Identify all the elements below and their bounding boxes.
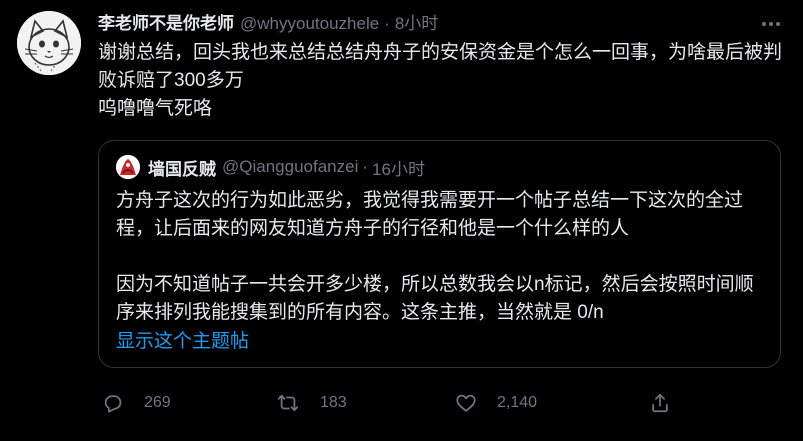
reply-button[interactable]: 269 [102,389,171,417]
quoted-author-avatar [116,155,140,179]
heart-icon [455,392,477,414]
quoted-tweet-timestamp: 16小时 [372,159,425,179]
quoted-paragraph: 因为不知道帖子一共会开多少楼，所以总数我会以n标记，然后会按照时间顺序来排列我能… [116,274,754,323]
more-horizontal-icon [762,22,766,26]
tweet-actions: 269 183 2,140 [98,389,678,417]
tweet-text: 谢谢总结，回头我也来总结总结舟舟子的安保资金是个怎么一回事，为啥最后被判败诉赔了… [98,39,788,123]
separator-dot: · [384,14,390,33]
share-icon [649,392,671,414]
author-handle[interactable]: @whyyoutouzhele [240,12,379,36]
retweet-count: 183 [320,394,347,411]
separator-dot: · [362,157,369,176]
tweet-text-line: 谢谢总结，回头我也来总结总结舟舟子的安保资金是个怎么一回事，为啥最后被判败诉赔了… [98,42,783,91]
retweet-button[interactable]: 183 [276,389,347,417]
reply-icon [102,392,124,414]
tweet-header: 李老师不是你老师 @whyyoutouzhele · 8小时 [98,12,438,36]
like-button[interactable]: 2,140 [455,389,537,417]
retweet-icon [276,392,300,414]
reply-count: 269 [144,394,171,411]
show-thread-link[interactable]: 显示这个主题帖 [116,330,249,354]
quoted-author-handle: @Qiangguofanzei [222,157,359,176]
like-count: 2,140 [497,394,538,411]
tweet-text-line: 呜噜噜气死咯 [98,98,213,119]
quoted-author-display-name: 墙国反贼 [148,159,216,179]
tweet[interactable]: 李老师不是你老师 @whyyoutouzhele · 8小时 谢谢总结，回头我也… [0,0,803,441]
tweet-timestamp[interactable]: 8小时 [395,12,438,36]
share-button[interactable] [649,389,671,417]
author-avatar[interactable] [17,11,81,75]
quoted-paragraph: 方舟子这次的行为如此恶劣，我觉得我需要开一个帖子总结一下这次的全过程，让后面来的… [116,190,744,239]
more-options-button[interactable] [757,10,785,38]
quoted-tweet-text: 方舟子这次的行为如此恶劣，我觉得我需要开一个帖子总结一下这次的全过程，让后面来的… [116,187,766,327]
quoted-tweet-header: 墙国反贼 @Qiangguofanzei · 16小时 [116,155,425,179]
quoted-tweet[interactable]: 墙国反贼 @Qiangguofanzei · 16小时 方舟子这次的行为如此恶劣… [98,140,781,368]
author-display-name[interactable]: 李老师不是你老师 [98,12,234,36]
